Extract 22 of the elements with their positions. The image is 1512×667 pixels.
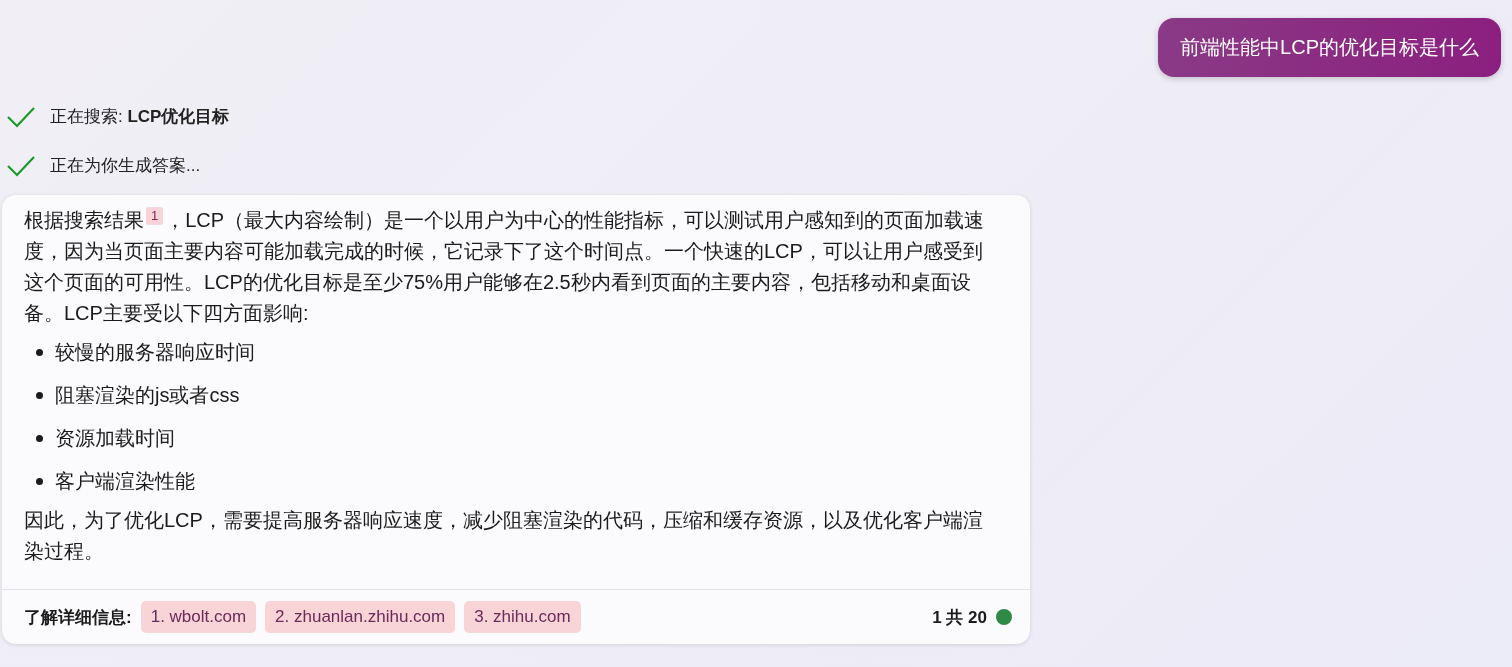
bullet-item: 资源加载时间: [55, 426, 175, 451]
bullet-icon: [36, 349, 43, 356]
step-text: 正在搜索: LCP优化目标: [50, 106, 230, 128]
source-link[interactable]: 2. zhuanlan.zhihu.com: [265, 601, 456, 633]
step-text: 正在为你生成答案...: [50, 155, 201, 177]
citation-link[interactable]: 1: [146, 207, 164, 225]
sources-label: 了解详细信息:: [24, 606, 132, 629]
page-count: 1 共 20: [932, 606, 987, 629]
status-dot: [996, 609, 1012, 625]
bullet-icon: [36, 478, 43, 485]
check-icon: [6, 105, 36, 128]
user-message: 前端性能中LCP的优化目标是什么: [1158, 18, 1501, 77]
source-link[interactable]: 1. wbolt.com: [140, 601, 257, 633]
bullet-icon: [36, 392, 43, 399]
answer-paragraph: 因此，为了优化LCP，需要提高服务器响应速度，减少阻塞渲染的代码，压缩和缓存资源，以及优化客户端渲染过程。: [24, 508, 984, 564]
source-link[interactable]: 3. zhihu.com: [464, 601, 581, 633]
answer-paragraph: 根据搜索结果 1 ，LCP（最大内容绘制）是一个以用户为中心的性能指标，可以测试用户感知到的页面加载速度，因为当页面主要内容可能加载完成的时候，它记录下了这个时间点。一个快速的LCP，可以让用户感受到这个页面的可用性。LCP的优化目标是至少75%用户能够在2.5秒内看到页面的主要内容，包括移动和桌面设备。LCP主要受以下四方面影响:: [24, 206, 986, 326]
bullet-item: 阻塞渲染的js或者css: [55, 383, 240, 408]
bullet-item: 客户端渲染性能: [55, 469, 195, 494]
bullet-item: 较慢的服务器响应时间: [55, 340, 255, 365]
bullet-icon: [36, 435, 43, 442]
check-icon: [6, 154, 36, 177]
